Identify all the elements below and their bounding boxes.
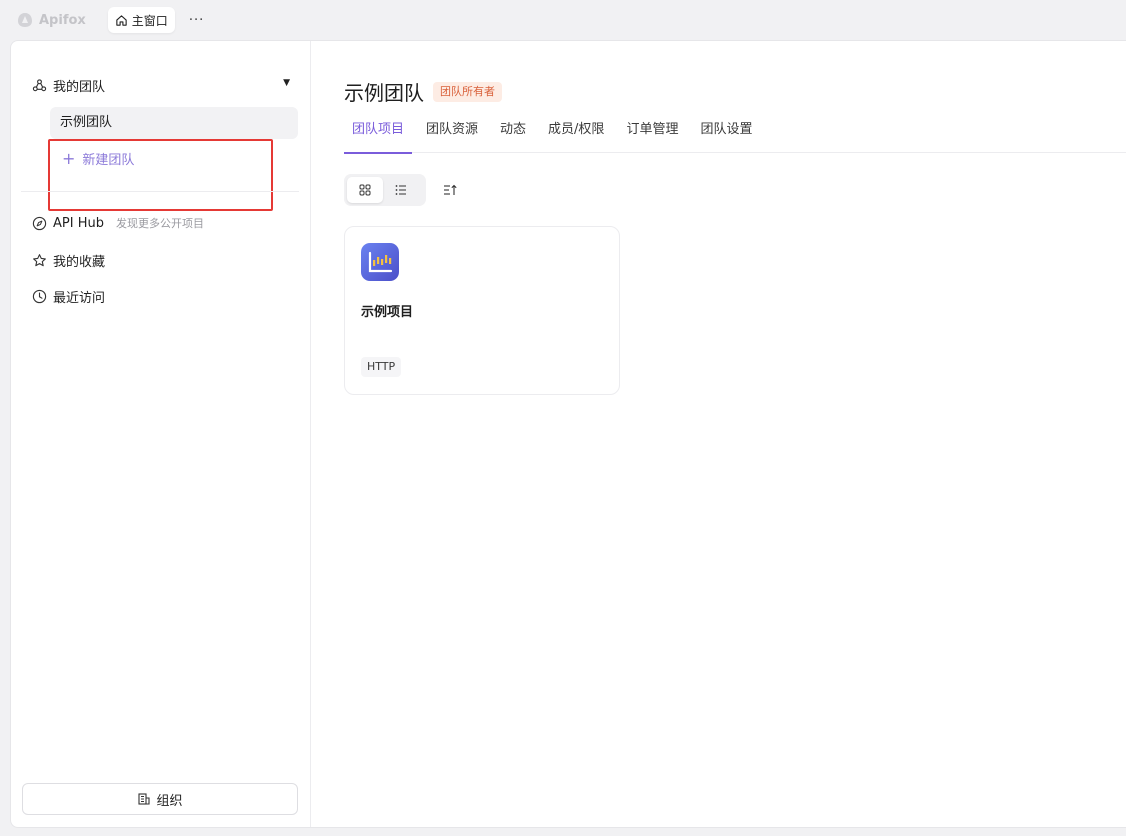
star-icon xyxy=(33,254,46,267)
main-content: 示例团队 团队所有者 团队项目 团队资源 动态 成员/权限 订单管理 团队设置 xyxy=(312,41,1126,827)
list-view-button[interactable] xyxy=(383,177,419,203)
project-name: 示例项目 xyxy=(361,305,414,320)
building-icon xyxy=(138,793,151,805)
project-type-tag: HTTP xyxy=(361,357,402,377)
sidebar: 我的团队 ▼ 示例团队 + 新建团队 API Hub 发现更多公开项目 我的收藏 xyxy=(11,41,311,827)
app-window: 我的团队 ▼ 示例团队 + 新建团队 API Hub 发现更多公开项目 我的收藏 xyxy=(10,40,1126,828)
app-name: Apifox xyxy=(39,12,86,28)
compass-icon xyxy=(32,216,47,230)
team-icon xyxy=(32,78,47,91)
sidebar-item-example-team[interactable]: 示例团队 xyxy=(50,107,298,139)
organization-button[interactable]: 组织 xyxy=(22,783,298,815)
app-logo: Apifox xyxy=(16,11,86,29)
caret-down-icon[interactable]: ▼ xyxy=(283,78,290,88)
my-teams-header[interactable]: 我的团队 ▼ xyxy=(32,75,290,95)
tab-activity[interactable]: 动态 xyxy=(492,113,534,153)
sort-icon xyxy=(444,184,457,195)
title-bar: Apifox 主窗口 ··· xyxy=(0,0,1126,40)
api-hub-label: API Hub xyxy=(53,215,104,231)
project-card[interactable]: 示例项目 HTTP xyxy=(344,226,620,395)
view-mode-toggle xyxy=(344,174,426,206)
clock-icon xyxy=(32,289,47,304)
page-title: 示例团队 xyxy=(344,81,424,105)
list-icon xyxy=(395,185,406,195)
tab-orders[interactable]: 订单管理 xyxy=(618,113,686,153)
sidebar-item-favorites[interactable]: 我的收藏 xyxy=(32,251,105,270)
tab-team-projects[interactable]: 团队项目 xyxy=(344,113,413,154)
my-teams-label: 我的团队 xyxy=(53,79,106,95)
apifox-logo-icon xyxy=(18,13,32,27)
team-tabs: 团队项目 团队资源 动态 成员/权限 订单管理 团队设置 xyxy=(344,113,1126,154)
more-menu-button[interactable]: ··· xyxy=(189,13,204,28)
main-window-tab[interactable]: 主窗口 xyxy=(107,7,175,33)
grid-icon xyxy=(359,184,371,196)
recent-label: 最近访问 xyxy=(53,291,106,306)
api-hub-subtitle: 发现更多公开项目 xyxy=(115,217,204,230)
sort-button[interactable] xyxy=(440,181,460,199)
owner-badge: 团队所有者 xyxy=(433,81,502,102)
tab-team-resources[interactable]: 团队资源 xyxy=(418,113,486,153)
home-icon xyxy=(116,14,127,26)
organization-label: 组织 xyxy=(156,793,183,809)
team-title-row: 示例团队 团队所有者 xyxy=(344,77,502,106)
highlight-annotation-box xyxy=(48,139,273,211)
sidebar-item-recent[interactable]: 最近访问 xyxy=(32,287,105,306)
grid-view-button[interactable] xyxy=(347,177,383,203)
sidebar-item-api-hub[interactable]: API Hub 发现更多公开项目 xyxy=(32,215,204,231)
chart-project-icon xyxy=(361,243,399,281)
window-tab-label: 主窗口 xyxy=(131,13,168,28)
favorites-label: 我的收藏 xyxy=(53,255,106,270)
sidebar-divider xyxy=(21,191,299,192)
tab-team-settings[interactable]: 团队设置 xyxy=(692,113,760,153)
tab-members-permissions[interactable]: 成员/权限 xyxy=(540,113,612,153)
